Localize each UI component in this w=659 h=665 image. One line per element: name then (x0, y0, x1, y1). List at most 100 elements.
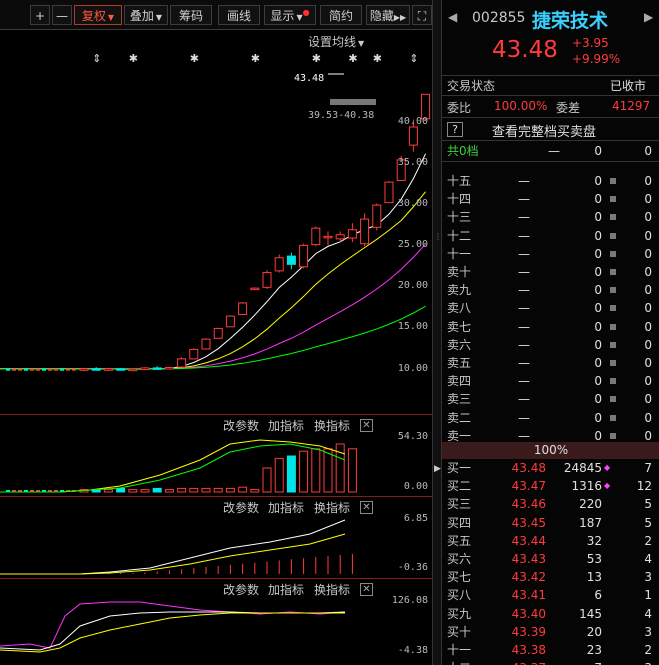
fullscreen-icon[interactable]: ⛶ (412, 5, 432, 25)
sell-level-row[interactable]: 卖五 — 0 0 (442, 354, 659, 372)
zoom-in-button[interactable]: + (30, 5, 50, 25)
buy-level-row[interactable]: 买五 43.44 32 2 (442, 532, 659, 550)
candle-body (164, 367, 174, 370)
sell-level-row[interactable]: 卖八 — 0 0 (442, 299, 659, 317)
level-volume: 20 (586, 624, 602, 639)
ma-lines (0, 153, 427, 370)
sell-level-row[interactable]: 十五 — 0 0 (442, 172, 659, 190)
next-stock-icon[interactable]: ▶ (644, 10, 653, 24)
fuquan-label: 复权 (81, 9, 106, 23)
diff-value: 41297 (612, 99, 651, 113)
divider (442, 140, 659, 141)
hide-button[interactable]: 隐藏▶▶ (366, 5, 410, 25)
sell-level-row[interactable]: 卖二 — 0 0 (442, 409, 659, 427)
divider (442, 95, 659, 96)
volume-bar (213, 487, 223, 493)
sell-level-row[interactable]: 十二 — 0 0 (442, 227, 659, 245)
level-volume: 0 (594, 356, 602, 370)
close-icon[interactable]: ✕ (360, 583, 373, 596)
display-label: 显示 (270, 9, 295, 23)
buy-level-row[interactable]: 买四 43.45 187 5 (442, 514, 659, 532)
buy-level-row[interactable]: 买十 43.39 20 3 (442, 623, 659, 641)
ratio-value: 100.00% (494, 99, 548, 113)
last-price-label: 43.48 (294, 73, 325, 84)
level-marker-icon (610, 360, 616, 366)
buy-level-row[interactable]: 买一 43.48 24845 ◆ 7 (442, 459, 659, 477)
level-label: 买四 (447, 515, 472, 530)
volume-bars (6, 443, 357, 493)
level-count: 0 (644, 374, 652, 389)
level-count: 0 (644, 246, 652, 261)
buy-level-row[interactable]: 买二 43.47 1316 ◆ 12 (442, 477, 659, 495)
buy-level-row[interactable]: 买六 43.43 53 4 (442, 550, 659, 568)
zoom-out-button[interactable]: — (52, 5, 72, 25)
level-price: 43.43 (511, 552, 546, 566)
buy-level-row[interactable]: 十二 43.37 7 3 (442, 659, 659, 665)
help-icon[interactable]: ? (447, 122, 463, 137)
chips-button[interactable]: 筹码 (170, 5, 212, 25)
candle-body (54, 368, 58, 371)
draw-line-button[interactable]: 画线 (218, 5, 260, 25)
buy-level-row[interactable]: 买九 43.40 145 4 (442, 605, 659, 623)
sell-level-row[interactable]: 十四 — 0 0 (442, 190, 659, 208)
simple-mode-button[interactable]: 简约 (320, 5, 362, 25)
level-count: 1 (644, 588, 652, 603)
level-marker-icon (610, 396, 616, 403)
level-marker-icon (610, 414, 616, 421)
sell-level-row[interactable]: 十一 — 0 0 (442, 245, 659, 263)
hide-label: 隐藏 (369, 9, 394, 23)
axis-label: 126.08 (391, 595, 428, 606)
sell-level-row[interactable]: 十三 — 0 0 (442, 208, 659, 226)
sell-level-row[interactable]: 卖十 — 0 0 (442, 263, 659, 281)
level-volume: 24845 (563, 461, 602, 475)
candle-body (30, 368, 34, 371)
candle-body (18, 368, 22, 371)
candle-body (335, 234, 345, 240)
full-book-link[interactable]: 查看完整档买卖盘 (492, 121, 596, 140)
stock-name: 捷荣技术 (532, 10, 609, 32)
level-label: 卖二 (447, 410, 472, 425)
divider (442, 117, 659, 118)
close-icon[interactable]: ✕ (360, 419, 373, 432)
sell-level-row[interactable]: 卖九 — 0 0 (442, 281, 659, 299)
level-volume: 53 (586, 552, 602, 566)
close-icon[interactable]: ✕ (360, 501, 373, 514)
buy-level-row[interactable]: 买三 43.46 220 5 (442, 495, 659, 513)
indicator-chart-kdj (0, 601, 346, 653)
price-axis-label: 35.00 (397, 157, 428, 168)
price-axis-label: 30.00 (397, 198, 428, 210)
level-label: 卖五 (447, 356, 472, 370)
price-axis-label: 15.00 (397, 321, 428, 333)
sell-level-row[interactable]: 卖三 — 0 0 (442, 390, 659, 408)
candle-body (103, 368, 113, 371)
chart-toolbar: + — 复权 ▼ 叠加 ▼ 筹码 画线 显示 ▼● 简约 隐藏▶▶ ⛶ (0, 0, 432, 30)
volume-bar (116, 487, 126, 493)
candle-body (91, 368, 101, 371)
price-change-pct: +9.99% (572, 52, 621, 66)
diff-label: 委差 (556, 101, 581, 115)
level-volume: 0 (594, 174, 602, 188)
fuquan-dropdown[interactable]: 复权 ▼ (74, 5, 122, 25)
panel-divider (0, 496, 432, 497)
overlay-dropdown[interactable]: 叠加 ▼ (124, 5, 168, 25)
sell-level-row[interactable]: 卖六 — 0 0 (442, 336, 659, 354)
display-dropdown[interactable]: 显示 ▼● (264, 5, 316, 25)
level-count: 0 (644, 392, 652, 407)
volume-bar (323, 448, 333, 493)
level-count: 0 (644, 228, 652, 243)
level-count: 4 (644, 552, 652, 566)
sell-level-row[interactable]: 卖四 — 0 0 (442, 372, 659, 390)
level-marker-icon (610, 232, 616, 239)
level-price: 43.48 (511, 461, 546, 475)
buy-level-row[interactable]: 买八 43.41 6 1 (442, 586, 659, 604)
candle-body (79, 368, 89, 371)
prev-stock-icon[interactable]: ◀ (448, 10, 457, 24)
candle-body (66, 368, 70, 371)
buy-level-row[interactable]: 买七 43.42 13 3 (442, 568, 659, 586)
level-price: — (518, 246, 530, 261)
splitter[interactable]: ⋮ ▶ (432, 0, 442, 665)
sell-level-row[interactable]: 卖七 — 0 0 (442, 318, 659, 336)
buy-level-row[interactable]: 十一 43.38 23 2 (442, 641, 659, 659)
level-label: 十三 (447, 210, 472, 225)
volume-bar (262, 467, 272, 493)
